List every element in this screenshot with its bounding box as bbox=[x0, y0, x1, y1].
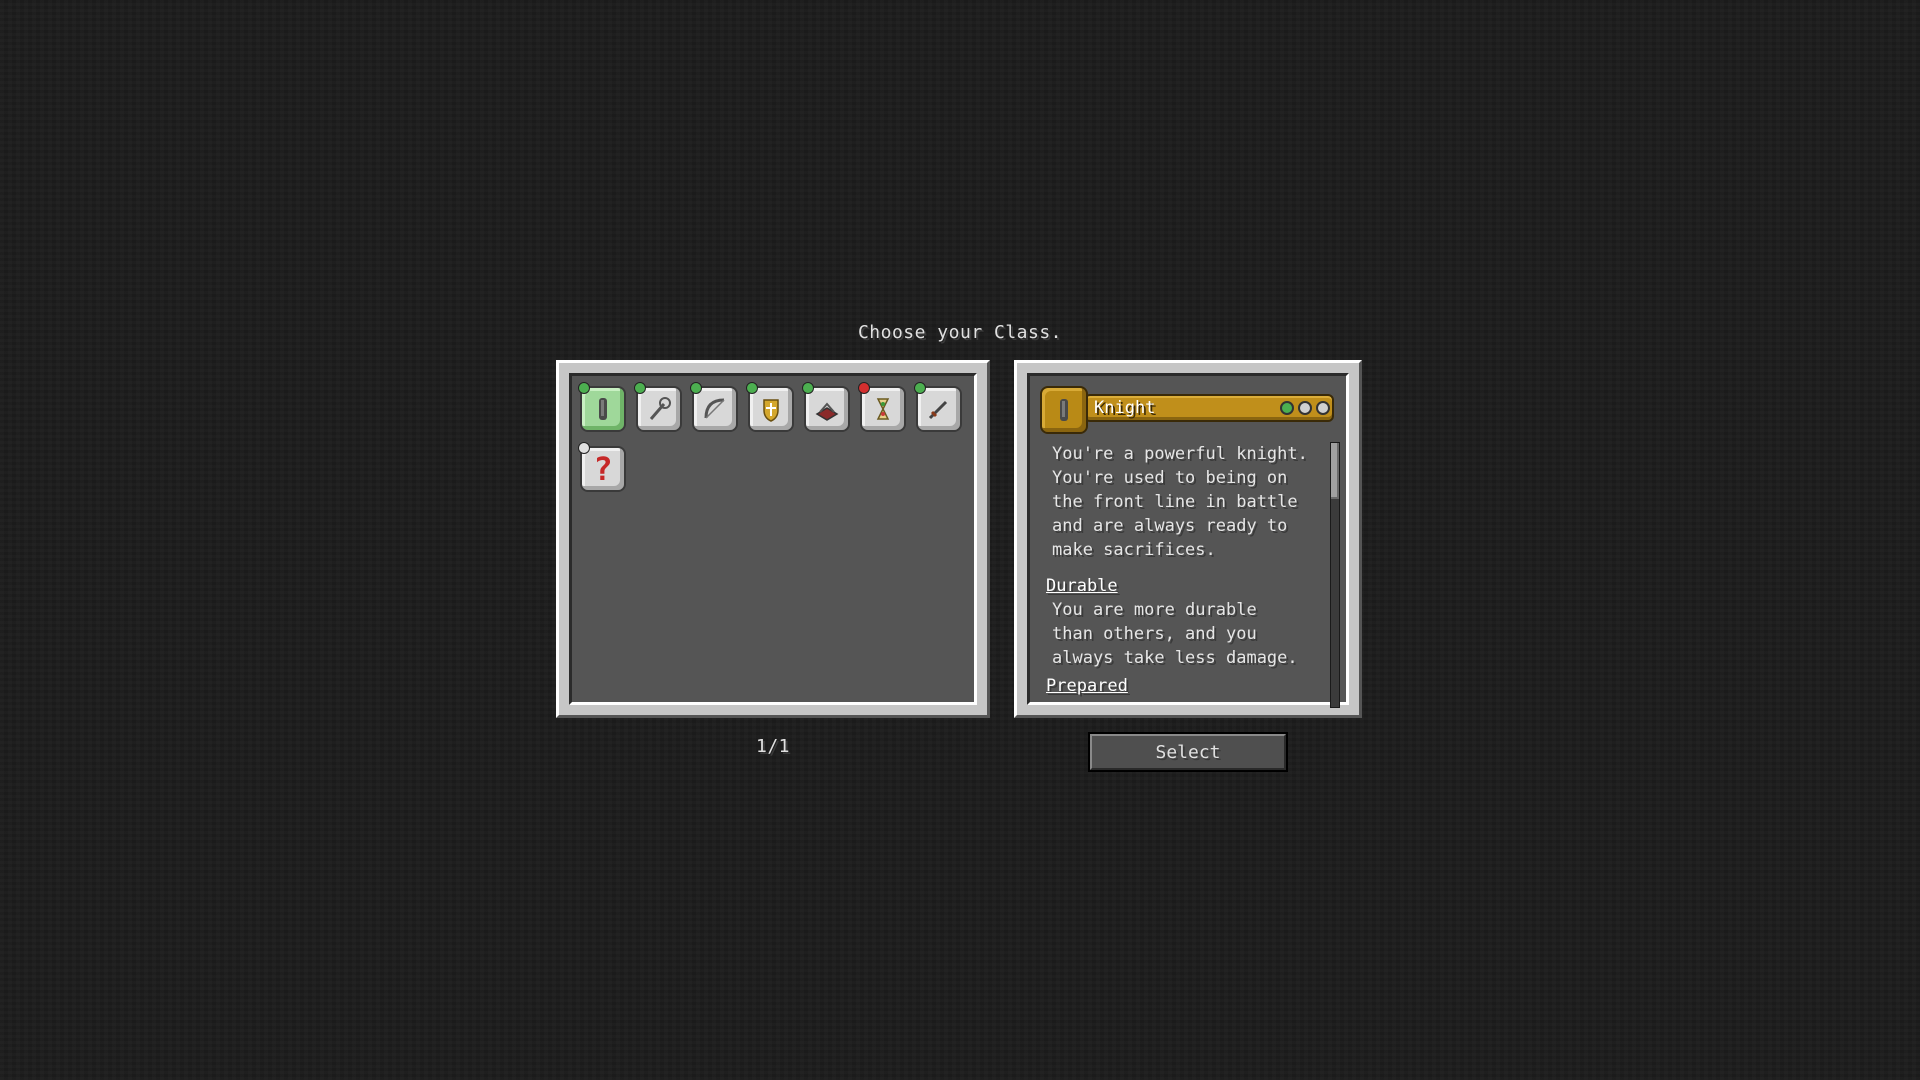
class-slot-mage[interactable] bbox=[802, 382, 854, 434]
status-pip bbox=[578, 382, 590, 394]
class-slot-random[interactable]: ? bbox=[578, 442, 630, 494]
class-list-panel: ? bbox=[556, 360, 990, 718]
description-line: You're used to being on bbox=[1052, 468, 1288, 488]
knight-badge-icon bbox=[1040, 386, 1088, 434]
status-pip bbox=[578, 442, 590, 454]
status-pip bbox=[634, 382, 646, 394]
class-slot-paladin[interactable] bbox=[746, 382, 798, 434]
status-pip bbox=[858, 382, 870, 394]
difficulty-dot-1 bbox=[1280, 401, 1294, 415]
class-details-content: Knight You're a powerful knight. You're … bbox=[1027, 373, 1349, 708]
bow-glyph-icon bbox=[704, 398, 725, 419]
class-grid: ? bbox=[569, 373, 977, 705]
golden-shield-glyph-icon bbox=[763, 399, 779, 422]
screen-title: Choose your Class. bbox=[857, 322, 1063, 343]
description-line: make sacrifices. bbox=[1052, 540, 1216, 560]
sword-glyph-icon bbox=[928, 400, 948, 420]
perk-description-line: always take less damage. bbox=[1052, 648, 1298, 668]
hourglass-glyph-icon bbox=[876, 398, 890, 420]
class-header: Knight bbox=[1040, 386, 1344, 434]
status-pip bbox=[802, 382, 814, 394]
perk-description-line: than others, and you bbox=[1052, 624, 1257, 644]
difficulty-dot-3 bbox=[1316, 401, 1330, 415]
class-selection-screen: Choose your Class. ? Knight You're a pow… bbox=[0, 0, 1920, 1080]
class-slot-knight[interactable] bbox=[578, 382, 630, 434]
perk-title-durable: Durable bbox=[1046, 576, 1118, 596]
perk-title-prepared: Prepared bbox=[1046, 676, 1128, 696]
status-pip bbox=[690, 382, 702, 394]
description-scrollbar[interactable] bbox=[1330, 442, 1340, 708]
axe-glyph-icon bbox=[649, 397, 671, 420]
spellbook-glyph-icon bbox=[815, 402, 839, 421]
class-slot-assassin[interactable] bbox=[914, 382, 966, 434]
class-slot-alchemist[interactable] bbox=[634, 382, 686, 434]
description-line: the front line in battle bbox=[1052, 492, 1298, 512]
page-indicator: 1/1 bbox=[755, 736, 790, 757]
class-details-panel: Knight You're a powerful knight. You're … bbox=[1014, 360, 1362, 718]
class-slot-archer[interactable] bbox=[690, 382, 742, 434]
status-pip bbox=[746, 382, 758, 394]
description-line: You're a powerful knight. bbox=[1052, 444, 1308, 464]
scrollbar-thumb[interactable] bbox=[1331, 443, 1339, 499]
class-slot-hourglass[interactable] bbox=[858, 382, 910, 434]
class-description: You're a powerful knight. You're used to… bbox=[1046, 442, 1326, 702]
perk-description-line: You are more durable bbox=[1052, 600, 1257, 620]
class-name: Knight bbox=[1094, 398, 1156, 418]
description-line: and are always ready to bbox=[1052, 516, 1288, 536]
shield-glyph-icon bbox=[599, 398, 607, 420]
difficulty-dot-2 bbox=[1298, 401, 1312, 415]
select-button[interactable]: Select bbox=[1088, 732, 1288, 772]
status-pip bbox=[914, 382, 926, 394]
class-name-banner: Knight bbox=[1084, 394, 1334, 422]
